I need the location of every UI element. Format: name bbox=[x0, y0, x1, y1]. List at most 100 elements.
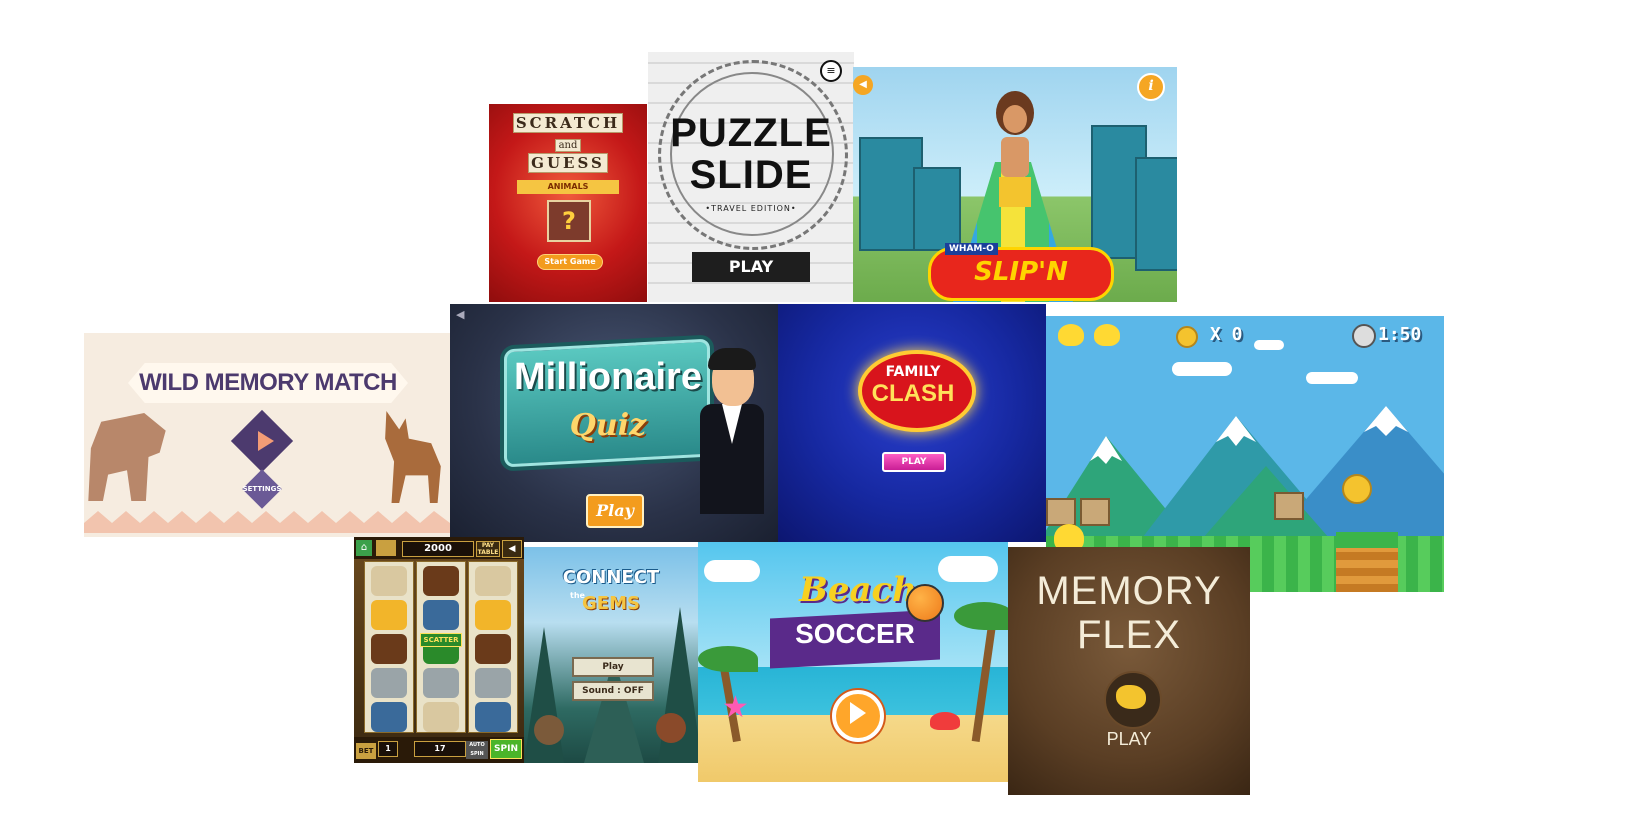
millionaire-quiz-tile[interactable]: ◀ Millionaire Quiz Play bbox=[450, 304, 778, 542]
animals-ribbon: ANIMALS bbox=[517, 180, 619, 194]
play-icon bbox=[258, 431, 274, 451]
gems-sound-button[interactable]: Sound : OFF bbox=[572, 681, 654, 701]
reel-1 bbox=[364, 561, 414, 733]
family-title: FAMILY bbox=[885, 364, 941, 380]
flex-play-button[interactable]: PLAY bbox=[1008, 729, 1250, 750]
crate-block bbox=[1046, 498, 1076, 526]
palm-trunk bbox=[971, 622, 997, 742]
crate-block bbox=[1274, 492, 1304, 520]
reel-2 bbox=[416, 561, 466, 733]
skull-icon bbox=[423, 702, 459, 732]
lines-value[interactable]: 17 bbox=[414, 741, 466, 757]
compass-icon bbox=[423, 668, 459, 698]
auto-spin-button[interactable]: AUTO SPIN bbox=[466, 741, 488, 759]
coins-icon bbox=[475, 600, 511, 630]
cloud bbox=[704, 560, 760, 582]
duck-life-icon bbox=[1058, 324, 1084, 346]
soccer-title: SOCCER bbox=[795, 618, 915, 649]
guess-title: GUESS bbox=[489, 152, 647, 174]
family-clash-tile[interactable]: FAMILY CLASH PLAY bbox=[778, 304, 1046, 542]
pickaxe-icon bbox=[475, 702, 511, 732]
memory-title: MEMORY bbox=[1036, 569, 1222, 613]
timer-label: 1:50 bbox=[1378, 324, 1422, 345]
question-card-icon: ? bbox=[547, 200, 591, 242]
memory-flex-tile[interactable]: MEMORY FLEX PLAY bbox=[1008, 547, 1250, 795]
puzzle-play-button[interactable]: PLAY bbox=[692, 252, 810, 282]
travel-edition-label: •TRAVEL EDITION• bbox=[705, 204, 797, 213]
coin-icon bbox=[1176, 326, 1198, 348]
compass-icon bbox=[371, 668, 407, 698]
menu-icon[interactable]: ≡ bbox=[820, 60, 842, 82]
connect-title: CONNECT bbox=[562, 567, 660, 588]
clash-title: CLASH bbox=[871, 380, 955, 407]
deer-icon bbox=[385, 411, 441, 503]
gems-title: GEMS bbox=[582, 593, 640, 614]
reel-3 bbox=[468, 561, 518, 733]
crab-icon bbox=[930, 712, 960, 730]
puzzle-slide-tile[interactable]: ≡ PUZZLE SLIDE •TRAVEL EDITION• PLAY bbox=[648, 52, 854, 302]
host-hair bbox=[708, 348, 756, 370]
elephant-icon bbox=[88, 413, 166, 501]
coin-icon bbox=[1342, 474, 1372, 504]
start-game-button[interactable]: Start Game bbox=[537, 254, 603, 270]
flex-title: FLEX bbox=[1076, 613, 1182, 657]
home-icon[interactable]: ⌂ bbox=[356, 540, 372, 556]
settings-label: SETTINGS bbox=[242, 485, 282, 493]
coins-icon bbox=[376, 540, 396, 556]
scratch-and-guess-tile[interactable]: SCRATCH and GUESS ANIMALS ? Start Game bbox=[489, 104, 647, 302]
palm-leaves bbox=[954, 602, 1008, 630]
soccer-ball-icon bbox=[906, 584, 944, 622]
puzzle-slide-title: PUZZLE SLIDE bbox=[648, 112, 854, 196]
hat-icon bbox=[423, 566, 459, 596]
bet-label: BET bbox=[356, 743, 376, 759]
beach-soccer-tile[interactable]: Beach SOCCER ★ bbox=[698, 542, 1008, 782]
hat-icon bbox=[475, 634, 511, 664]
family-play-button[interactable]: PLAY bbox=[882, 452, 946, 472]
hat-icon bbox=[371, 634, 407, 664]
sound-icon[interactable]: ◀ bbox=[502, 540, 522, 558]
slots-tile[interactable]: ⌂ 2000 PAY TABLE ◀ SCATTER BET 1 17 AUTO… bbox=[354, 537, 524, 763]
wild-memory-match-tile[interactable]: WILD MEMORY MATCH SETTINGS bbox=[84, 333, 450, 537]
brain-icon bbox=[1116, 685, 1146, 709]
puzzle-title-line1: PUZZLE bbox=[670, 111, 832, 155]
zigzag-border bbox=[84, 509, 450, 537]
scratch-title: SCRATCH bbox=[489, 112, 647, 134]
owl-icon bbox=[656, 713, 686, 743]
timer-icon bbox=[1352, 324, 1376, 348]
character-body bbox=[1001, 137, 1029, 177]
building-right-2 bbox=[1135, 157, 1177, 271]
pickaxe-icon bbox=[371, 702, 407, 732]
skull-icon bbox=[475, 566, 511, 596]
gems-play-button[interactable]: Play bbox=[572, 657, 654, 677]
scratch-and-label: and bbox=[489, 139, 647, 152]
wham-o-brand: WHAM-O bbox=[945, 243, 998, 255]
coin-counter: X 0 bbox=[1210, 324, 1243, 345]
bet-value[interactable]: 1 bbox=[378, 741, 398, 757]
character-face bbox=[1003, 105, 1027, 133]
sound-icon[interactable]: ◀ bbox=[853, 75, 873, 95]
scatter-label: SCATTER bbox=[420, 633, 462, 647]
cloud bbox=[938, 556, 998, 582]
character-shorts bbox=[999, 177, 1031, 207]
millionaire-play-button[interactable]: Play bbox=[586, 494, 644, 528]
play-icon bbox=[850, 702, 866, 724]
coins-icon bbox=[371, 600, 407, 630]
slip-n-slide-tile[interactable]: SLIP'N SLIDE WHAM-O ◀ i bbox=[853, 67, 1177, 302]
sound-icon[interactable]: ◀ bbox=[456, 308, 464, 321]
connect-the-gems-tile[interactable]: CONNECT the GEMS Play Sound : OFF bbox=[524, 547, 698, 763]
crate-block bbox=[1080, 498, 1110, 526]
owl-icon bbox=[534, 715, 564, 745]
paytable-button[interactable]: PAY TABLE bbox=[476, 541, 500, 557]
brick-pillar bbox=[1336, 532, 1398, 592]
pickaxe-icon bbox=[423, 600, 459, 630]
info-icon[interactable]: i bbox=[1137, 73, 1165, 101]
duck-life-icon bbox=[1094, 324, 1120, 346]
building-left-2 bbox=[913, 167, 961, 251]
balance-display: 2000 bbox=[402, 541, 474, 557]
palm-leaves bbox=[698, 646, 758, 672]
quiz-title: Quiz bbox=[569, 408, 647, 443]
millionaire-title: Millionaire bbox=[514, 356, 702, 398]
compass-icon bbox=[475, 668, 511, 698]
spin-button[interactable]: SPIN bbox=[490, 739, 522, 759]
slip-n-slide-logo: SLIP'N SLIDE bbox=[928, 247, 1114, 302]
